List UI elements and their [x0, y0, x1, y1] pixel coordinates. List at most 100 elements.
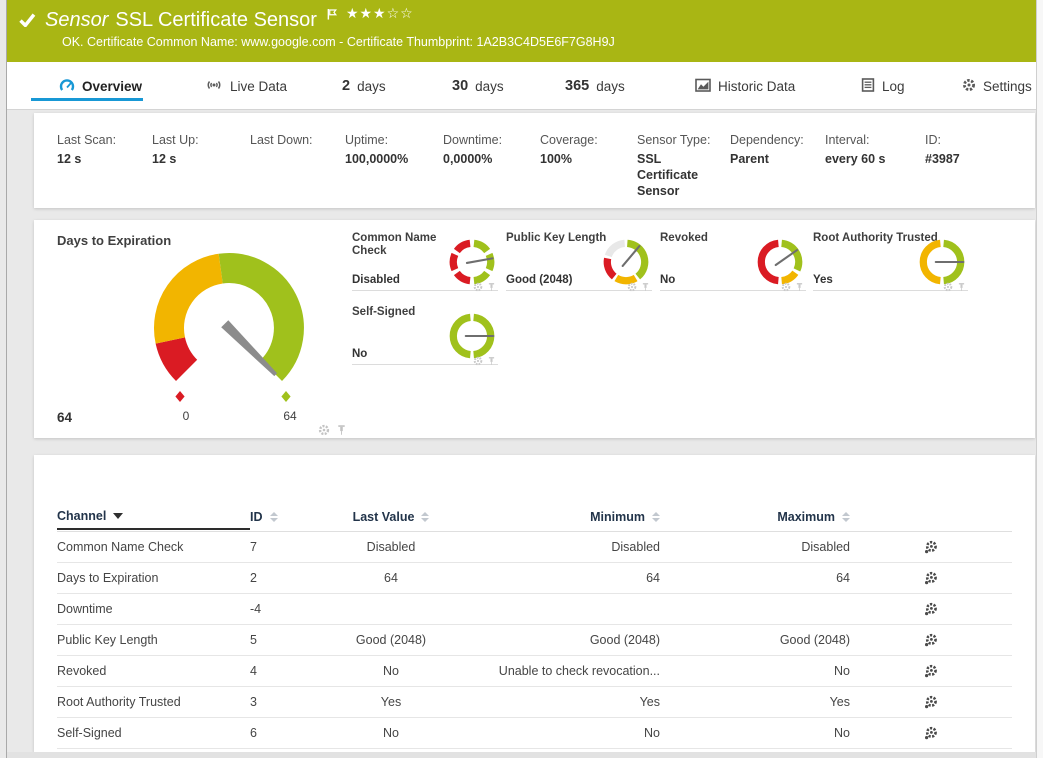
channel-settings-button[interactable] — [850, 633, 1012, 647]
channel-table-row[interactable]: Self-Signed 6 No No No — [57, 718, 1012, 749]
cell-id: -4 — [250, 602, 312, 616]
cell-channel: Downtime — [57, 602, 250, 616]
tab-historic-data[interactable]: Historic Data — [695, 72, 795, 100]
sensor-status-message: OK. Certificate Common Name: www.google.… — [62, 35, 615, 49]
channel-table-row[interactable]: Days to Expiration 2 64 64 64 — [57, 563, 1012, 594]
chart-icon — [695, 78, 711, 95]
info-uptime: Uptime:100,0000% — [345, 133, 443, 199]
broadcast-icon — [205, 79, 223, 94]
cell-id: 4 — [250, 664, 312, 678]
gauge-settings-gear-icon[interactable] — [318, 423, 330, 441]
cell-maximum: No — [660, 664, 850, 678]
info-last-down: Last Down: — [250, 133, 345, 199]
info-last-scan: Last Scan:12 s — [57, 133, 152, 199]
tab-settings[interactable]: Settings — [962, 72, 1032, 100]
sort-icon — [842, 512, 850, 522]
gauge-settings-gear-icon[interactable] — [473, 353, 483, 371]
cell-id: 3 — [250, 695, 312, 709]
cell-minimum: Good (2048) — [470, 633, 660, 647]
cell-id: 2 — [250, 571, 312, 585]
channels-table-panel: Channel ID Last Value Minimum Maximum Co… — [34, 455, 1035, 752]
channel-settings-button[interactable] — [850, 664, 1012, 678]
gauge-icon — [59, 78, 75, 95]
tab-log[interactable]: Log — [861, 72, 905, 100]
header-minimum[interactable]: Minimum — [470, 510, 660, 524]
cell-channel: Public Key Length — [57, 633, 250, 647]
channel-table-row[interactable]: Downtime -4 — [57, 594, 1012, 625]
cell-maximum: 64 — [660, 571, 850, 585]
table-header-row: Channel ID Last Value Minimum Maximum — [57, 503, 1012, 531]
scale-min-label: 0 — [183, 409, 190, 423]
sensor-info-panel: Last Scan:12 s Last Up:12 s Last Down: U… — [34, 113, 1035, 208]
cell-minimum: 64 — [470, 571, 660, 585]
log-icon — [861, 78, 875, 95]
channel-settings-button[interactable] — [850, 602, 1012, 616]
flag-icon[interactable] — [327, 8, 338, 26]
header-maximum[interactable]: Maximum — [660, 510, 850, 524]
gauge-settings-gear-icon[interactable] — [943, 279, 953, 297]
tab-bar: Overview Live Data 2 days 30 days 365 da… — [7, 62, 1036, 110]
cell-id: 6 — [250, 726, 312, 740]
channel-table-row[interactable]: Public Key Length 5 Good (2048) Good (20… — [57, 625, 1012, 656]
mini-gauge-self-signed[interactable]: Self-Signed No — [352, 304, 498, 365]
status-ok-check-icon — [19, 13, 36, 32]
channel-table-row[interactable]: Revoked 4 No Unable to check revocation.… — [57, 656, 1012, 687]
channel-table-row[interactable]: Root Authority Trusted 3 Yes Yes Yes — [57, 687, 1012, 718]
gauge-pin-icon[interactable] — [641, 279, 650, 297]
gauge-settings-gear-icon[interactable] — [781, 279, 791, 297]
window-left-edge — [6, 0, 7, 758]
gauges-panel: Days to Expiration 0 64 64 Common Name C… — [34, 220, 1035, 438]
channel-settings-button[interactable] — [850, 540, 1012, 554]
active-tab-underline — [31, 98, 143, 101]
mini-gauge-common-name-check[interactable]: Common Name Check Disabled — [352, 230, 498, 291]
gauge-settings-gear-icon[interactable] — [473, 279, 483, 297]
page-bottom-gutter — [7, 752, 1036, 758]
channel-settings-button[interactable] — [850, 726, 1012, 740]
info-sensor-type: Sensor Type:SSL Certificate Sensor — [637, 133, 730, 199]
mini-gauge-root-authority-trusted[interactable]: Root Authority Trusted Yes — [813, 230, 968, 291]
sort-icon — [421, 512, 429, 522]
header-last-value[interactable]: Last Value — [312, 510, 470, 524]
tab-overview[interactable]: Overview — [59, 72, 142, 100]
mini-gauge-revoked[interactable]: Revoked No — [660, 230, 806, 291]
primary-channel-value: 64 — [57, 410, 72, 425]
info-dependency: Dependency:Parent — [730, 133, 825, 199]
tab-365-days[interactable]: 365 days — [565, 72, 625, 100]
scale-max-label: 64 — [283, 409, 297, 423]
cell-channel: Common Name Check — [57, 540, 250, 554]
cell-minimum: No — [470, 726, 660, 740]
cell-minimum: Yes — [470, 695, 660, 709]
sort-desc-icon — [113, 513, 123, 519]
channel-settings-button[interactable] — [850, 571, 1012, 585]
mini-gauge-public-key-length[interactable]: Public Key Length Good (2048) — [506, 230, 652, 291]
channel-table-row[interactable]: Common Name Check 7 Disabled Disabled Di… — [57, 532, 1012, 563]
gauge-settings-gear-icon[interactable] — [627, 279, 637, 297]
cell-last-value: Disabled — [312, 540, 470, 554]
header-channel[interactable]: Channel — [57, 504, 250, 530]
gauge-needle — [221, 320, 277, 376]
priority-stars[interactable]: ★★★☆☆ — [346, 6, 414, 22]
gauge-pin-icon[interactable] — [336, 423, 347, 441]
cell-minimum: Disabled — [470, 540, 660, 554]
stars-empty: ☆☆ — [387, 6, 414, 22]
tab-2-days[interactable]: 2 days — [342, 72, 386, 100]
gauge-pin-icon[interactable] — [957, 279, 966, 297]
header-id[interactable]: ID — [250, 510, 312, 524]
tab-live-data[interactable]: Live Data — [205, 72, 287, 100]
object-kind-label: Sensor — [45, 7, 108, 33]
gauge-pin-icon[interactable] — [795, 279, 804, 297]
cell-channel: Self-Signed — [57, 726, 250, 740]
prtg-sensor-page: { "header": { "kind": "Sensor", "title":… — [0, 0, 1043, 758]
gauge-pin-icon[interactable] — [487, 279, 496, 297]
scale-max-marker — [281, 391, 290, 402]
cell-last-value: No — [312, 664, 470, 678]
cell-maximum: No — [660, 726, 850, 740]
tab-30-days[interactable]: 30 days — [452, 72, 504, 100]
cell-maximum: Disabled — [660, 540, 850, 554]
cell-id: 5 — [250, 633, 312, 647]
gauge-pin-icon[interactable] — [487, 353, 496, 371]
days-to-expiration-gauge[interactable]: 0 64 — [34, 220, 379, 438]
channel-settings-button[interactable] — [850, 695, 1012, 709]
cell-maximum: Good (2048) — [660, 633, 850, 647]
page-title: SSL Certificate Sensor — [115, 7, 317, 33]
